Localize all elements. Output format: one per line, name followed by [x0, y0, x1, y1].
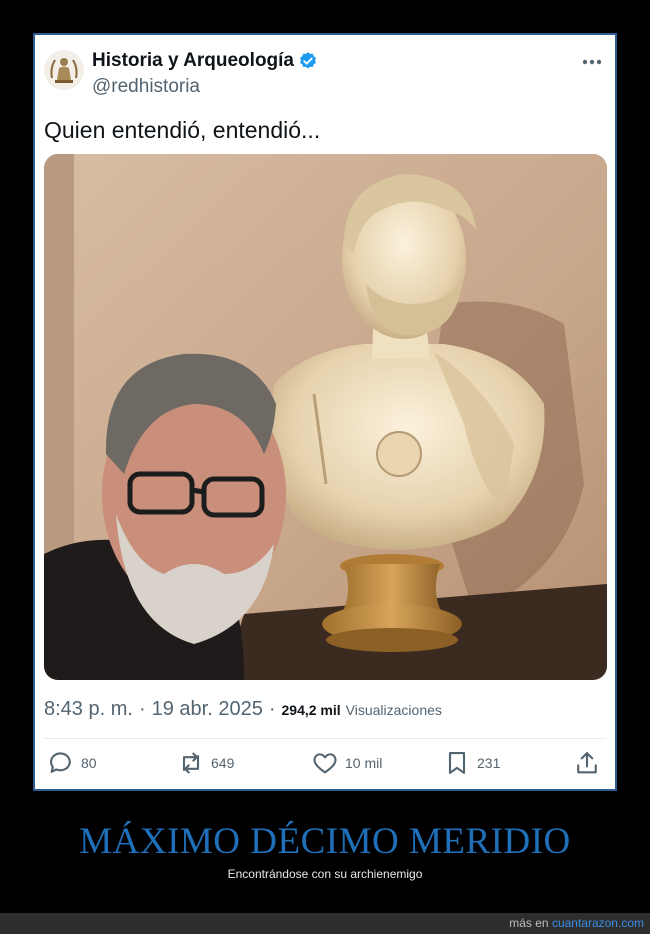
- tweet-date[interactable]: 19 abr. 2025: [152, 698, 263, 721]
- views-label: Visualizaciones: [345, 702, 442, 718]
- caption-headline: MÁXIMO DÉCIMO MERIDIO: [79, 821, 571, 862]
- reply-count: 80: [81, 755, 97, 771]
- separator: [44, 738, 606, 739]
- tweet-text: Quien entendió, entendió...: [44, 117, 321, 143]
- bookmark-count: 231: [477, 755, 501, 771]
- reply-button[interactable]: 80: [47, 747, 97, 779]
- footer-bar: más en cuantarazon.com: [0, 913, 650, 934]
- display-name[interactable]: Historia y Arqueología: [92, 50, 318, 72]
- selfie-with-bust-image: [44, 154, 607, 680]
- share-icon: [577, 752, 597, 774]
- footer-site-link[interactable]: cuantarazon.com: [552, 916, 644, 930]
- share-button[interactable]: [573, 747, 601, 779]
- tweet-card[interactable]: Historia y Arqueología @redhistoria Quie…: [33, 33, 617, 791]
- bookmark-button[interactable]: 231: [443, 747, 500, 779]
- verified-badge-icon: [300, 52, 316, 69]
- caption-subhead: Encontrándose con su archienemigo: [227, 867, 423, 881]
- like-icon: [313, 753, 337, 774]
- footer-credit: más en cuantarazon.com: [509, 916, 644, 930]
- avatar-emblem-icon: [45, 51, 83, 89]
- meta-separator: ·: [138, 698, 146, 720]
- tweet-photo[interactable]: [44, 154, 607, 680]
- user-handle[interactable]: @redhistoria: [92, 76, 200, 98]
- views-count: 294,2 mil: [281, 702, 341, 718]
- like-button[interactable]: 10 mil: [311, 747, 382, 779]
- avatar[interactable]: [44, 50, 84, 90]
- retweet-button[interactable]: 649: [177, 747, 234, 779]
- like-count: 10 mil: [345, 755, 383, 771]
- retweet-count: 649: [211, 755, 235, 771]
- tweet-metadata: 8:43 p. m. · 19 abr. 2025 · 294,2 mil Vi…: [44, 698, 442, 721]
- bookmark-icon: [448, 752, 466, 774]
- more-icon[interactable]: [581, 53, 603, 71]
- footer-prefix: más en: [509, 916, 549, 930]
- tweet-time[interactable]: 8:43 p. m.: [44, 698, 133, 721]
- reply-icon: [50, 752, 71, 773]
- retweet-icon: [182, 752, 200, 774]
- display-name-text: Historia y Arqueología: [92, 50, 294, 71]
- meta-separator: ·: [268, 698, 276, 720]
